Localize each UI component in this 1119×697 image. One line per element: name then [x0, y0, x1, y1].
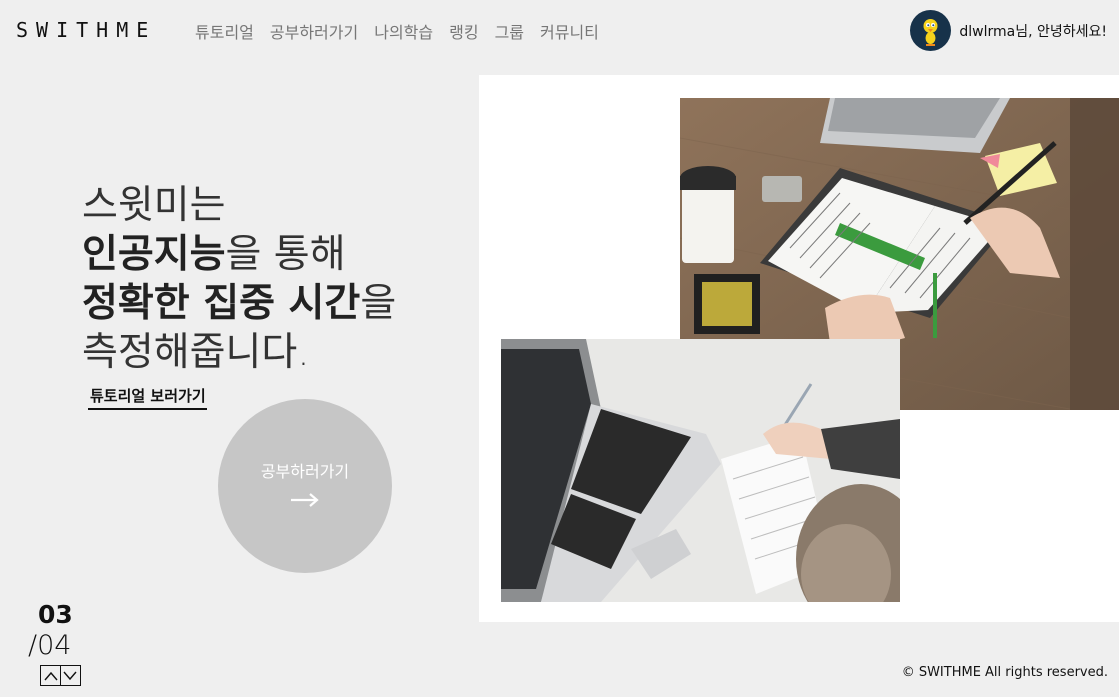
next-slide-button[interactable]: [59, 665, 81, 686]
hero-line-3-rest: 을: [360, 281, 397, 326]
photo-laptop-writing: [501, 339, 900, 602]
study-button-label: 공부하러가기: [260, 461, 350, 481]
pager-controls: [40, 665, 81, 686]
hero-line-1: 스윗미는: [82, 183, 226, 228]
hero-line-2: 인공지능을 통해: [82, 230, 396, 279]
prev-slide-button[interactable]: [40, 665, 61, 686]
chevron-down-icon: [63, 671, 77, 680]
study-button[interactable]: 공부하러가기: [218, 399, 392, 573]
avatar[interactable]: [910, 10, 952, 51]
tutorial-link[interactable]: 튜토리얼 보러가기: [88, 385, 207, 410]
hero-line-3-bold: 정확한 집중 시간: [82, 281, 361, 326]
hero-line-3: 정확한 집중 시간을: [82, 279, 396, 328]
nav-study[interactable]: 공부하러가기: [270, 19, 358, 43]
page-current: 03: [38, 600, 73, 629]
nav-ranking[interactable]: 랭킹: [449, 19, 478, 43]
page-total: /04: [28, 630, 72, 661]
user-profile[interactable]: dlwlrma님, 안녕하세요!: [910, 10, 1107, 51]
hero-line-2-bold: 인공지능: [82, 232, 226, 277]
hero-line-4: 측정해줍니다.: [82, 330, 310, 375]
main-nav: 튜토리얼 공부하러가기 나의학습 랭킹 그룹 커뮤니티: [195, 19, 599, 43]
arrow-right-icon: [290, 492, 320, 511]
chevron-up-icon: [43, 671, 58, 680]
hero-text: 스윗미는 인공지능을 통해 정확한 집중 시간을 측정해줍니다.: [82, 181, 396, 377]
logo[interactable]: SWITHME: [16, 18, 156, 42]
user-greeting: dlwlrma님, 안녕하세요!: [959, 23, 1107, 40]
nav-group[interactable]: 그룹: [495, 19, 524, 43]
copyright: © SWITHME All rights reserved.: [901, 665, 1108, 680]
nav-my-learning[interactable]: 나의학습: [374, 19, 433, 43]
hero-line-2-rest: 을 통해: [225, 232, 346, 277]
nav-community[interactable]: 커뮤니티: [540, 19, 599, 43]
nav-tutorial[interactable]: 튜토리얼: [195, 19, 254, 43]
